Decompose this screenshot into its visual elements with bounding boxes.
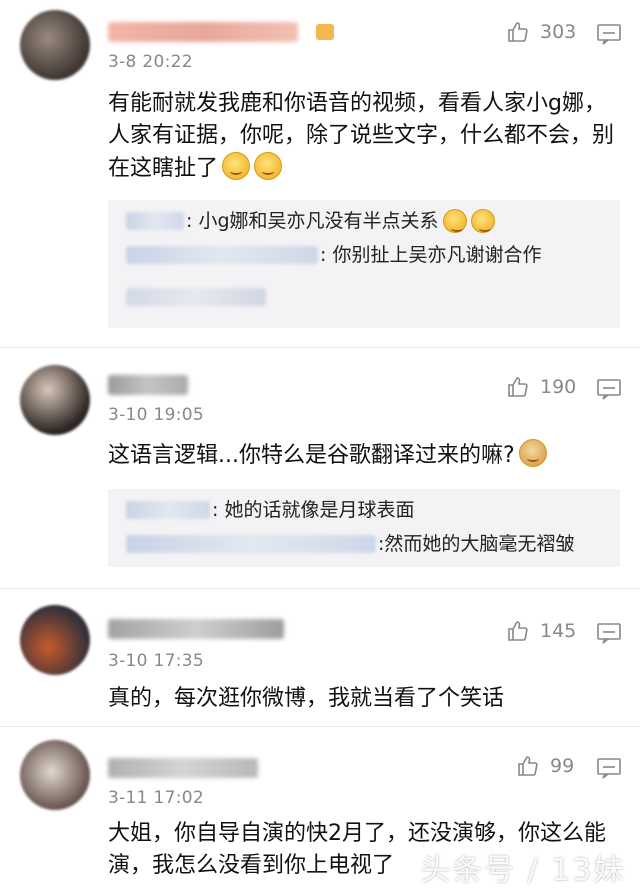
comment-item: 3-10 17:35 145 真的，每次逛你微博，我就当看了个笑话 [0, 605, 640, 715]
watermark: 头条号 / 13妹 [420, 853, 626, 888]
like-button[interactable]: 145 [506, 619, 576, 643]
like-button[interactable]: 303 [506, 20, 576, 44]
like-count: 190 [540, 376, 577, 398]
vip-badge-icon [316, 24, 334, 40]
like-count: 303 [540, 21, 577, 43]
username-blurred[interactable] [108, 22, 298, 42]
divider [0, 588, 640, 589]
like-count: 145 [540, 620, 577, 642]
avatar[interactable] [20, 605, 90, 675]
divider [0, 726, 640, 727]
comment-item: 3-10 19:05 190 这语言逻辑...你特么是谷歌翻译过来的嘛? : 她… [0, 365, 640, 575]
thumbs-up-icon [508, 621, 528, 641]
timestamp: 3-10 19:05 [108, 405, 204, 425]
divider [0, 347, 640, 348]
reply-item[interactable]: : 小g娜和吴亦凡没有半点关系 [126, 208, 495, 234]
cat-emoji-icon [442, 209, 467, 233]
username-blurred[interactable] [108, 758, 258, 778]
view-more-replies-link[interactable] [126, 288, 266, 306]
reply-username-blurred[interactable] [126, 535, 376, 553]
comment-bubble-icon[interactable] [596, 756, 622, 780]
like-button[interactable]: 190 [506, 375, 576, 399]
timestamp: 3-10 17:35 [108, 651, 204, 671]
avatar[interactable] [20, 10, 90, 80]
username-blurred[interactable] [108, 375, 188, 395]
comment-text: 有能耐就发我鹿和你语音的视频，看看人家小g娜，人家有证据，你呢，除了说些文字，什… [108, 91, 615, 181]
reply-thread[interactable]: : 小g娜和吴亦凡没有半点关系 : 你别扯上吴亦凡谢谢合作 [108, 200, 620, 328]
reply-item[interactable]: : 你别扯上吴亦凡谢谢合作 [126, 242, 541, 268]
reply-item[interactable]: : 她的话就像是月球表面 [126, 497, 414, 523]
smile-emoji-icon [470, 209, 495, 233]
thumbs-up-icon [508, 22, 528, 42]
comment-text: 真的，每次逛你微博，我就当看了个笑话 [108, 686, 505, 711]
timestamp: 3-11 17:02 [108, 788, 204, 808]
avatar[interactable] [20, 365, 90, 435]
comment-item: 3-8 20:22 303 有能耐就发我鹿和你语音的视频，看看人家小g娜，人家有… [0, 10, 640, 340]
like-button[interactable]: 99 [516, 754, 574, 778]
username-blurred[interactable] [108, 619, 284, 639]
timestamp: 3-8 20:22 [108, 52, 193, 72]
shush-emoji-icon [222, 152, 251, 180]
like-count: 99 [550, 755, 575, 777]
reply-username-blurred[interactable] [126, 501, 210, 519]
reply-username-blurred[interactable] [126, 246, 318, 264]
reply-thread[interactable]: : 她的话就像是月球表面 :然而她的大脑毫无褶皱 [108, 489, 620, 567]
comment-bubble-icon[interactable] [596, 22, 622, 46]
reply-username-blurred[interactable] [126, 212, 184, 230]
thumbs-up-icon [518, 756, 538, 776]
reply-item[interactable]: :然而她的大脑毫无褶皱 [126, 531, 574, 557]
avatar[interactable] [20, 740, 90, 810]
comment-bubble-icon[interactable] [596, 377, 622, 401]
shush-emoji-icon [254, 152, 283, 180]
doge-emoji-icon [518, 439, 547, 467]
comment-bubble-icon[interactable] [596, 621, 622, 645]
comment-text: 这语言逻辑...你特么是谷歌翻译过来的嘛? [108, 439, 623, 472]
thumbs-up-icon [508, 377, 528, 397]
